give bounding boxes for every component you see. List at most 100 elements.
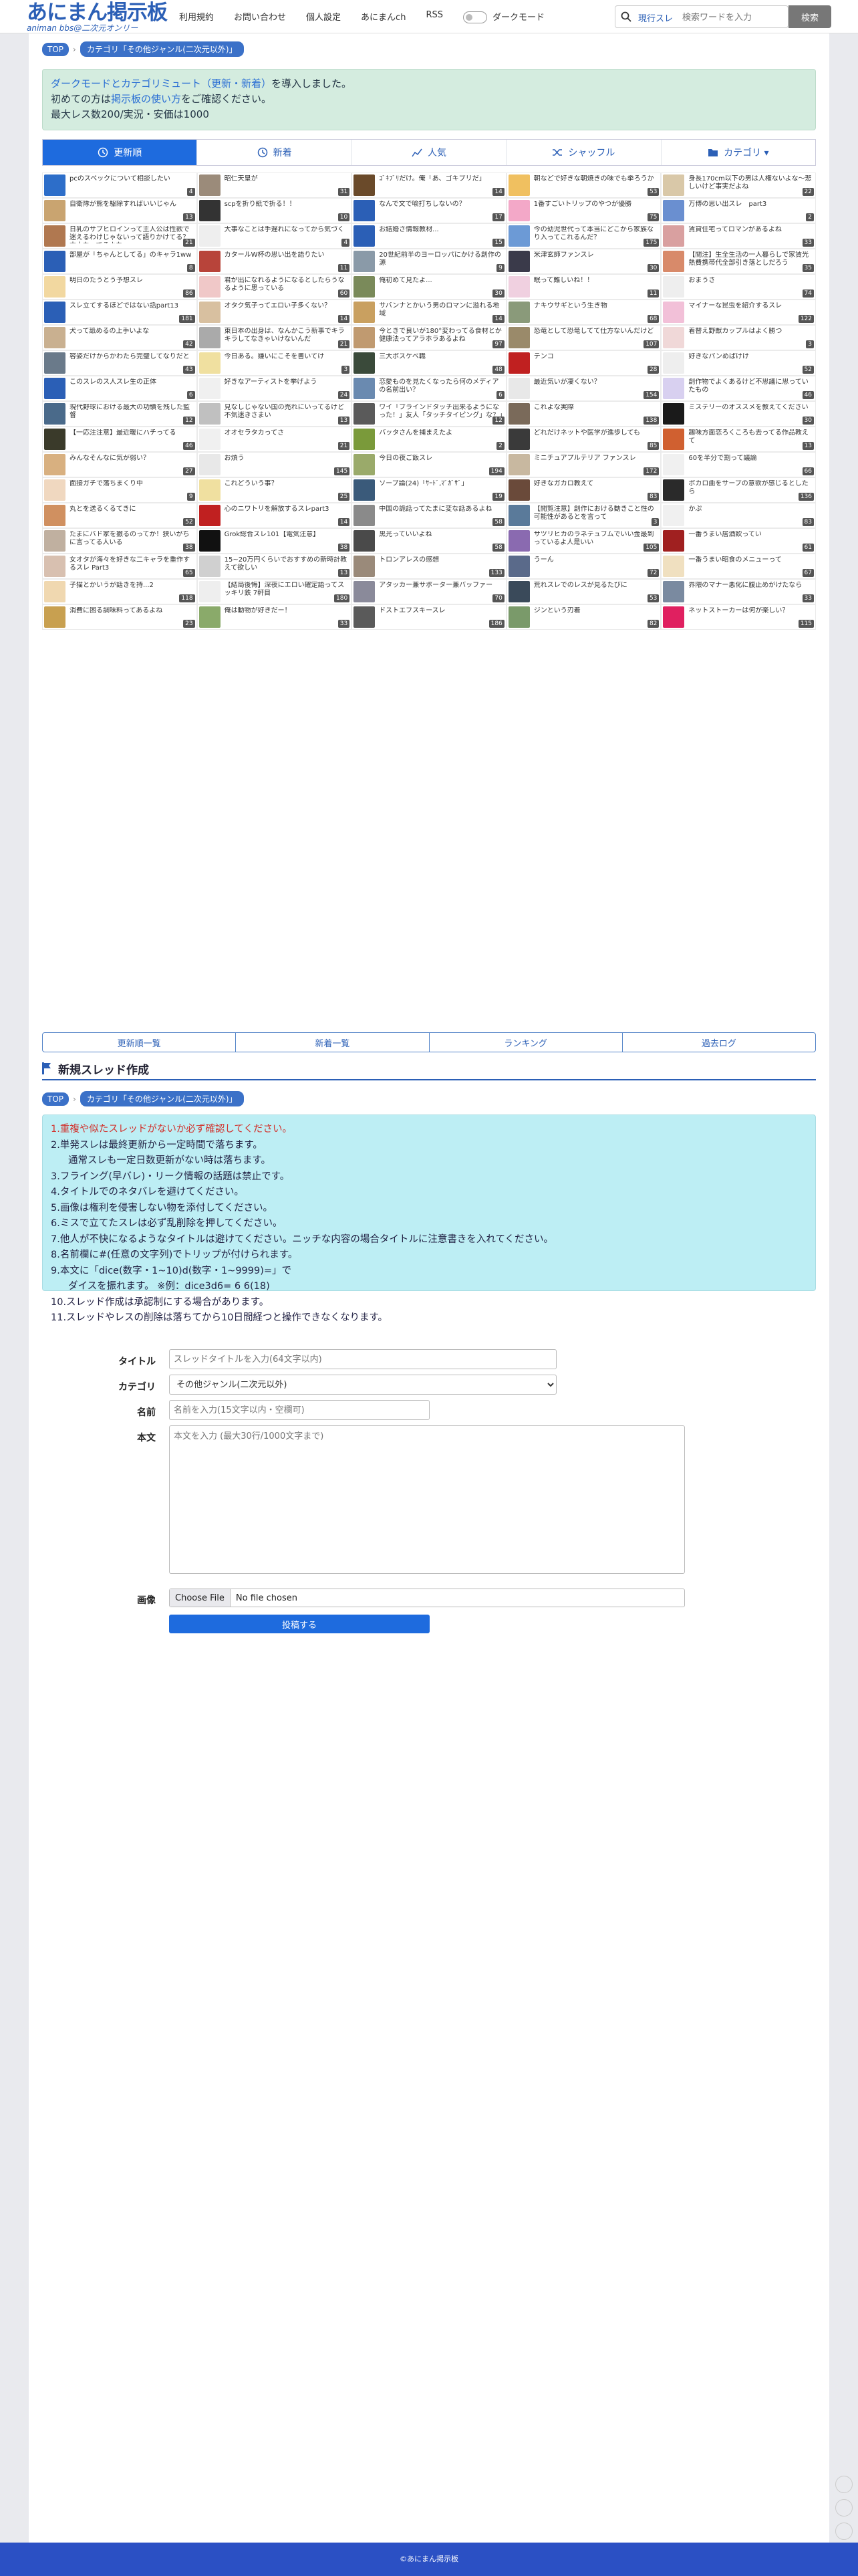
thread-item[interactable]: 眠って難しいね！！ 11 — [506, 274, 662, 300]
thread-thumbnail[interactable] — [663, 327, 685, 348]
thread-item[interactable]: これどういう事？ 25 — [196, 477, 352, 503]
search-button[interactable]: 検索 — [789, 5, 831, 28]
thread-thumbnail[interactable] — [353, 454, 376, 475]
thread-thumbnail[interactable] — [508, 251, 530, 272]
thread-item[interactable]: 一番うまい昭食のメニューって 67 — [661, 554, 816, 579]
thread-thumbnail[interactable] — [198, 302, 221, 323]
thread-item[interactable]: トロンアレスの感想 133 — [351, 554, 507, 579]
category-select[interactable]: その他ジャンル(二次元以外) — [169, 1375, 557, 1395]
thread-thumbnail[interactable] — [663, 429, 685, 450]
thread-title[interactable]: 俺初めて見たよ... — [379, 277, 503, 285]
thread-thumbnail[interactable] — [44, 581, 65, 602]
thread-item[interactable]: ミニチュアプルテリア ファンスレ 172 — [506, 452, 662, 477]
thread-thumbnail[interactable] — [353, 302, 376, 323]
thread-item[interactable]: 中国の詭話ってたまに変な話あるよね 58 — [351, 503, 507, 528]
thread-thumbnail[interactable] — [353, 403, 376, 425]
thread-title[interactable]: 米津玄師ファンスレ — [534, 251, 658, 259]
thread-title[interactable]: ネットストーカーは何が楽しい？ — [688, 607, 813, 615]
thread-title[interactable]: 消費に困る調味料ってあるよね — [69, 607, 194, 615]
thread-item[interactable]: ネットストーカーは何が楽しい？ 115 — [661, 604, 816, 630]
thread-item[interactable]: 好きなガカロ教えて 83 — [506, 477, 662, 503]
thread-item[interactable]: 三大ボスケベ職 48 — [351, 350, 507, 376]
thread-item[interactable]: ソーブ論(24)「ｻｰﾄﾞ,ﾏﾞｶﾞｻﾞ」 19 — [351, 477, 507, 503]
thread-title[interactable]: 中国の詭話ってたまに変な話あるよね — [379, 505, 503, 513]
breadcrumb-top[interactable]: TOP — [42, 1092, 69, 1106]
breadcrumb-top[interactable]: TOP — [42, 42, 69, 56]
thread-item[interactable]: 界隈のマナー悪化に腹止めがけたなら 33 — [661, 579, 816, 604]
thread-title[interactable]: 好きなアーティストを挙げよう — [225, 378, 349, 386]
thread-title[interactable]: どれだけネットや医学が進歩しても — [534, 429, 658, 437]
site-title[interactable]: あにまん掲示板 — [27, 1, 174, 24]
thread-item[interactable]: ナキウサギという生き物 68 — [506, 300, 662, 325]
thread-title[interactable]: 君が出になれるようになるとしたらうなるように思っている — [225, 277, 349, 293]
thread-thumbnail[interactable] — [508, 581, 530, 602]
thread-thumbnail[interactable] — [508, 429, 530, 450]
thread-thumbnail[interactable] — [198, 251, 221, 272]
thread-item[interactable]: スレ立てするほどではない話part13 181 — [42, 300, 197, 325]
body-textarea[interactable] — [169, 1425, 685, 1574]
link-new-list[interactable]: 新着一覧 — [235, 1033, 428, 1052]
thread-thumbnail[interactable] — [198, 530, 221, 552]
thread-thumbnail[interactable] — [663, 352, 685, 374]
thread-thumbnail[interactable] — [353, 378, 376, 399]
thread-title[interactable]: 好きなガカロ教えて — [534, 480, 658, 488]
link-updated-list[interactable]: 更新順一覧 — [43, 1033, 235, 1052]
nav-animanch[interactable]: あにまんch — [361, 10, 406, 24]
thread-item[interactable]: おまうさ 74 — [661, 274, 816, 300]
thread-title[interactable]: 日乳のサブヒロインって主人公は性欲で迷えるわけじゃないって語りかけてる？本人なっ… — [69, 226, 194, 243]
thread-thumbnail[interactable] — [44, 378, 65, 399]
thread-thumbnail[interactable] — [198, 225, 221, 247]
site-logo[interactable]: あにまん掲示板 animan bbs@二次元オンリー — [27, 1, 174, 32]
thread-thumbnail[interactable] — [44, 454, 65, 475]
tab-popular[interactable]: 人気 — [351, 140, 506, 165]
howto-link[interactable]: 掲示板の使い方 — [111, 93, 181, 105]
thread-thumbnail[interactable] — [198, 403, 221, 425]
thread-title[interactable]: ミステリーのオススメを教えてください — [688, 404, 813, 412]
thread-title[interactable]: オオセラタカってさ — [225, 429, 349, 437]
thread-item[interactable]: 君が出になれるようになるとしたらうなるように思っている 60 — [196, 274, 352, 300]
thread-title[interactable]: 1番すごいトリップのやつが優勝 — [534, 201, 658, 209]
thread-thumbnail[interactable] — [663, 403, 685, 425]
thread-thumbnail[interactable] — [353, 505, 376, 526]
thread-thumbnail[interactable] — [663, 479, 685, 501]
thread-thumbnail[interactable] — [44, 225, 65, 247]
thread-title[interactable]: 最近気いが凄くない？ — [534, 378, 658, 386]
thread-thumbnail[interactable] — [198, 606, 221, 628]
thread-thumbnail[interactable] — [663, 251, 685, 272]
thread-thumbnail[interactable] — [663, 225, 685, 247]
thread-thumbnail[interactable] — [353, 429, 376, 450]
submit-button[interactable]: 投稿する — [169, 1615, 430, 1633]
thread-thumbnail[interactable] — [663, 530, 685, 552]
nav-rss[interactable]: RSS — [426, 10, 443, 24]
thread-thumbnail[interactable] — [44, 302, 65, 323]
thread-item[interactable]: ミステリーのオススメを教えてください 30 — [661, 401, 816, 427]
thread-thumbnail[interactable] — [353, 530, 376, 552]
thread-item[interactable]: 日乳のサブヒロインって主人公は性欲で迷えるわけじゃないって語りかけてる？本人なっ… — [42, 223, 197, 249]
thread-thumbnail[interactable] — [353, 327, 376, 348]
thread-item[interactable]: 今日の夜ご飯スレ 194 — [351, 452, 507, 477]
thread-thumbnail[interactable] — [198, 581, 221, 602]
name-input[interactable] — [169, 1400, 430, 1420]
thread-title[interactable]: 一番うまい昭食のメニューって — [688, 556, 813, 564]
thread-item[interactable]: ワイ「ブラインドタッチ出来るようになった！」友人「タッチタイピング」な？」 12 — [351, 401, 507, 427]
thread-thumbnail[interactable] — [44, 174, 65, 196]
thread-title[interactable]: たまにバド家を撤るのってか！狭いがちに言ってる人いる — [69, 531, 194, 547]
thread-item[interactable]: 子猫とかいうが話きを持...2 118 — [42, 579, 197, 604]
thread-item[interactable]: 明日のたうとう予想スレ 86 — [42, 274, 197, 300]
thread-item[interactable]: マイナーな昆虫を紹介するスレ 122 — [661, 300, 816, 325]
thread-title[interactable]: 万博の思い出スレ part3 — [688, 201, 813, 209]
thread-item[interactable]: 創作物でよくあるけど不思議に思っていたもの 46 — [661, 376, 816, 401]
thread-thumbnail[interactable] — [353, 200, 376, 221]
thread-item[interactable]: お結婚さ情報教材... 15 — [351, 223, 507, 249]
thread-thumbnail[interactable] — [198, 174, 221, 196]
thread-title[interactable]: ワイ「ブラインドタッチ出来るようになった！」友人「タッチタイピング」な？」 — [379, 404, 503, 420]
thread-thumbnail[interactable] — [508, 200, 530, 221]
thread-item[interactable]: 消費に困る調味料ってあるよね 23 — [42, 604, 197, 630]
thread-item[interactable]: ジンという刃着 82 — [506, 604, 662, 630]
thread-item[interactable]: 今ときで良いが180°変わってる食材とか健康法ってアラホラあるよね 97 — [351, 325, 507, 350]
thread-title[interactable]: 俺は動物が好きだー！ — [225, 607, 349, 615]
thread-thumbnail[interactable] — [198, 200, 221, 221]
thread-item[interactable]: 賃貸住宅ってロマンがあるよね 33 — [661, 223, 816, 249]
thread-title[interactable]: 【結局後悔】深夜にエロい確定語ってスッキリ鉄 7軒目 — [225, 582, 349, 598]
thread-item[interactable]: オタク気子ってエロい子多くない？ 14 — [196, 300, 352, 325]
